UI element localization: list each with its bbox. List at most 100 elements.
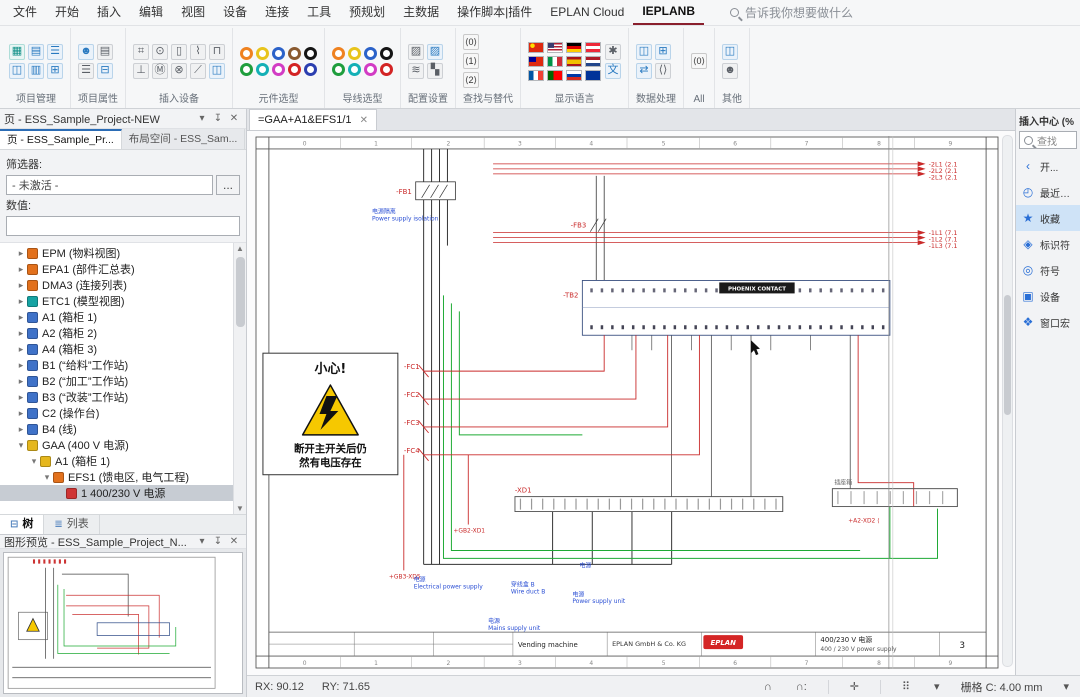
ring-yellow-icon[interactable] — [256, 47, 269, 60]
switch-icon[interactable]: ⟋ — [190, 63, 206, 79]
flag-eu-icon[interactable] — [585, 70, 601, 81]
tree-item[interactable]: ▸ A1 (箱柜 1) — [0, 309, 246, 325]
scroll-thumb[interactable] — [236, 257, 245, 327]
translate-icon[interactable]: 文 — [605, 63, 621, 79]
project-pages-icon[interactable]: ◫ — [9, 63, 25, 79]
menu-tab[interactable]: EPLAN Cloud — [541, 1, 633, 24]
tree-item[interactable]: ▸ DMA3 (连接列表) — [0, 277, 246, 293]
tree-expander-icon[interactable]: ▾ — [28, 456, 40, 467]
wire-red-icon[interactable] — [380, 63, 393, 76]
tree-expander-icon[interactable]: ▸ — [15, 376, 27, 387]
tree-expander-icon[interactable]: ▾ — [41, 472, 53, 483]
ring-magenta-icon[interactable] — [272, 63, 285, 76]
tree-item[interactable]: 1 400/230 V 电源 — [0, 485, 246, 501]
page-tree[interactable]: ▸ EPM (物料视图) ▸ EPA1 (部件汇总表) ▸ DMA3 (连接列表… — [0, 243, 246, 514]
menu-tab[interactable]: 开始 — [46, 1, 88, 24]
tree-item[interactable]: ▸ B4 (线) — [0, 421, 246, 437]
filter-select[interactable]: - 未激活 - — [6, 175, 213, 195]
wire-orange-icon[interactable] — [332, 47, 345, 60]
chevron-down-icon[interactable]: ▾ — [1060, 680, 1072, 693]
tree-item[interactable]: ▸ A4 (箱柜 3) — [0, 341, 246, 357]
scroll-down-icon[interactable]: ▼ — [236, 504, 244, 513]
tree-item[interactable]: ▾ GAA (400 V 电源) — [0, 437, 246, 453]
data-script-icon[interactable]: ⟨⟩ — [655, 63, 671, 79]
tree-expander-icon[interactable]: ▸ — [15, 344, 27, 355]
chevron-down-icon[interactable]: ▾ — [931, 680, 943, 693]
menu-tab[interactable]: 视图 — [172, 1, 214, 24]
tree-item[interactable]: ▸ EPM (物料视图) — [0, 245, 246, 261]
tree-item[interactable]: ▸ B2 (“加工”工作站) — [0, 373, 246, 389]
tree-item[interactable]: ▾ EFS1 (馈电区, 电气工程) — [0, 469, 246, 485]
project-grid-icon[interactable]: ▦ — [9, 44, 25, 60]
pages-tab[interactable]: 布局空间 - ESS_Sam... — [122, 129, 246, 149]
ring-blue-icon[interactable] — [272, 47, 285, 60]
flag-russia-icon[interactable] — [566, 70, 582, 81]
pin-icon[interactable]: ↧ — [210, 113, 226, 124]
tree-item[interactable]: ▸ ETC1 (模型视图) — [0, 293, 246, 309]
properties-icon[interactable]: ▤ — [97, 44, 113, 60]
object-snap-icon[interactable]: ∩: — [793, 681, 810, 693]
grid-dots-icon[interactable]: ⠿ — [899, 680, 913, 693]
wire-blue-icon[interactable] — [364, 47, 377, 60]
menu-tab[interactable]: 主数据 — [394, 1, 448, 24]
project-report-icon[interactable]: ▥ — [28, 63, 44, 79]
flag-china-icon[interactable] — [528, 42, 544, 53]
project-table-icon[interactable]: ▤ — [28, 44, 44, 60]
menu-tab[interactable]: 工具 — [298, 1, 340, 24]
data-export-icon[interactable]: ◫ — [636, 44, 652, 60]
lamp-icon[interactable]: ⊗ — [171, 63, 187, 79]
bottom-tab[interactable]: ≣ 列表 — [44, 515, 99, 534]
tree-expander-icon[interactable]: ▸ — [15, 328, 27, 339]
insert-center-item[interactable]: ◎ 符号 — [1016, 257, 1080, 283]
menu-tab[interactable]: 设备 — [214, 1, 256, 24]
box-icon[interactable]: ◫ — [209, 63, 225, 79]
tree-item[interactable]: ▸ B3 (“改装”工作站) — [0, 389, 246, 405]
tree-item[interactable]: ▸ EPA1 (部件汇总表) — [0, 261, 246, 277]
user-icon[interactable]: ☻ — [78, 44, 94, 60]
project-list-icon[interactable]: ☰ — [47, 44, 63, 60]
pages-tab[interactable]: 页 - ESS_Sample_Pr... — [0, 129, 122, 149]
insert-center-item[interactable]: ‹ 开... — [1016, 153, 1080, 179]
wire-cyan-icon[interactable] — [348, 63, 361, 76]
document-tab[interactable]: =GAA+A1&EFS1/1 ✕ — [249, 109, 377, 130]
pattern-blue-icon[interactable]: ▨ — [427, 44, 443, 60]
coil-icon[interactable]: ⊙ — [152, 44, 168, 60]
wire-black-icon[interactable] — [380, 47, 393, 60]
tree-expander-icon[interactable]: ▸ — [15, 280, 27, 291]
wire-magenta-icon[interactable] — [364, 63, 377, 76]
close-icon[interactable]: ✕ — [226, 113, 242, 124]
tree-expander-icon[interactable]: ▸ — [15, 248, 27, 259]
flag-portugal-icon[interactable] — [547, 70, 563, 81]
chevron-down-icon[interactable]: ▾ — [194, 536, 210, 547]
plug-icon[interactable]: ⊓ — [209, 44, 225, 60]
terminal-icon[interactable]: ⌗ — [133, 44, 149, 60]
tree-expander-icon[interactable]: ▸ — [15, 392, 27, 403]
flag-usa-icon[interactable] — [547, 42, 563, 53]
close-icon[interactable]: ✕ — [226, 536, 242, 547]
info-list-icon[interactable]: ☰ — [78, 63, 94, 79]
menu-tab[interactable]: 文件 — [4, 1, 46, 24]
insert-center-item[interactable]: ◴ 最近一... — [1016, 179, 1080, 205]
find-2-icon[interactable]: ⟨2⟩ — [463, 72, 479, 88]
insert-center-item[interactable]: ◈ 标识符 — [1016, 231, 1080, 257]
ring-navy-icon[interactable] — [304, 63, 317, 76]
preview-thumbnail[interactable] — [0, 549, 246, 697]
cable-icon[interactable]: ⌇ — [190, 44, 206, 60]
insert-center-item[interactable]: ▣ 设备 — [1016, 283, 1080, 309]
tree-item[interactable]: ▸ A2 (箱柜 2) — [0, 325, 246, 341]
tree-scrollbar[interactable]: ▲ ▼ — [233, 243, 246, 514]
ring-orange-icon[interactable] — [240, 47, 253, 60]
snap-icon[interactable]: ∩ — [761, 681, 775, 693]
chevron-down-icon[interactable]: ▾ — [194, 113, 210, 124]
insert-center-item[interactable]: ★ 收藏 — [1016, 205, 1080, 231]
ground-icon[interactable]: ⊥ — [133, 63, 149, 79]
pattern-icon[interactable]: ▨ — [408, 44, 424, 60]
tree-expander-icon[interactable]: ▸ — [15, 296, 27, 307]
tree-expander-icon[interactable]: ▾ — [15, 440, 27, 451]
project-add-icon[interactable]: ⊞ — [47, 63, 63, 79]
tree-expander-icon[interactable]: ▸ — [15, 408, 27, 419]
flag-spain-icon[interactable] — [566, 56, 582, 67]
grid-size-label[interactable]: 栅格 C: 4.00 mm — [961, 679, 1043, 695]
waves-icon[interactable]: ≋ — [408, 63, 424, 79]
menu-tab[interactable]: IEPLANB — [633, 0, 704, 25]
